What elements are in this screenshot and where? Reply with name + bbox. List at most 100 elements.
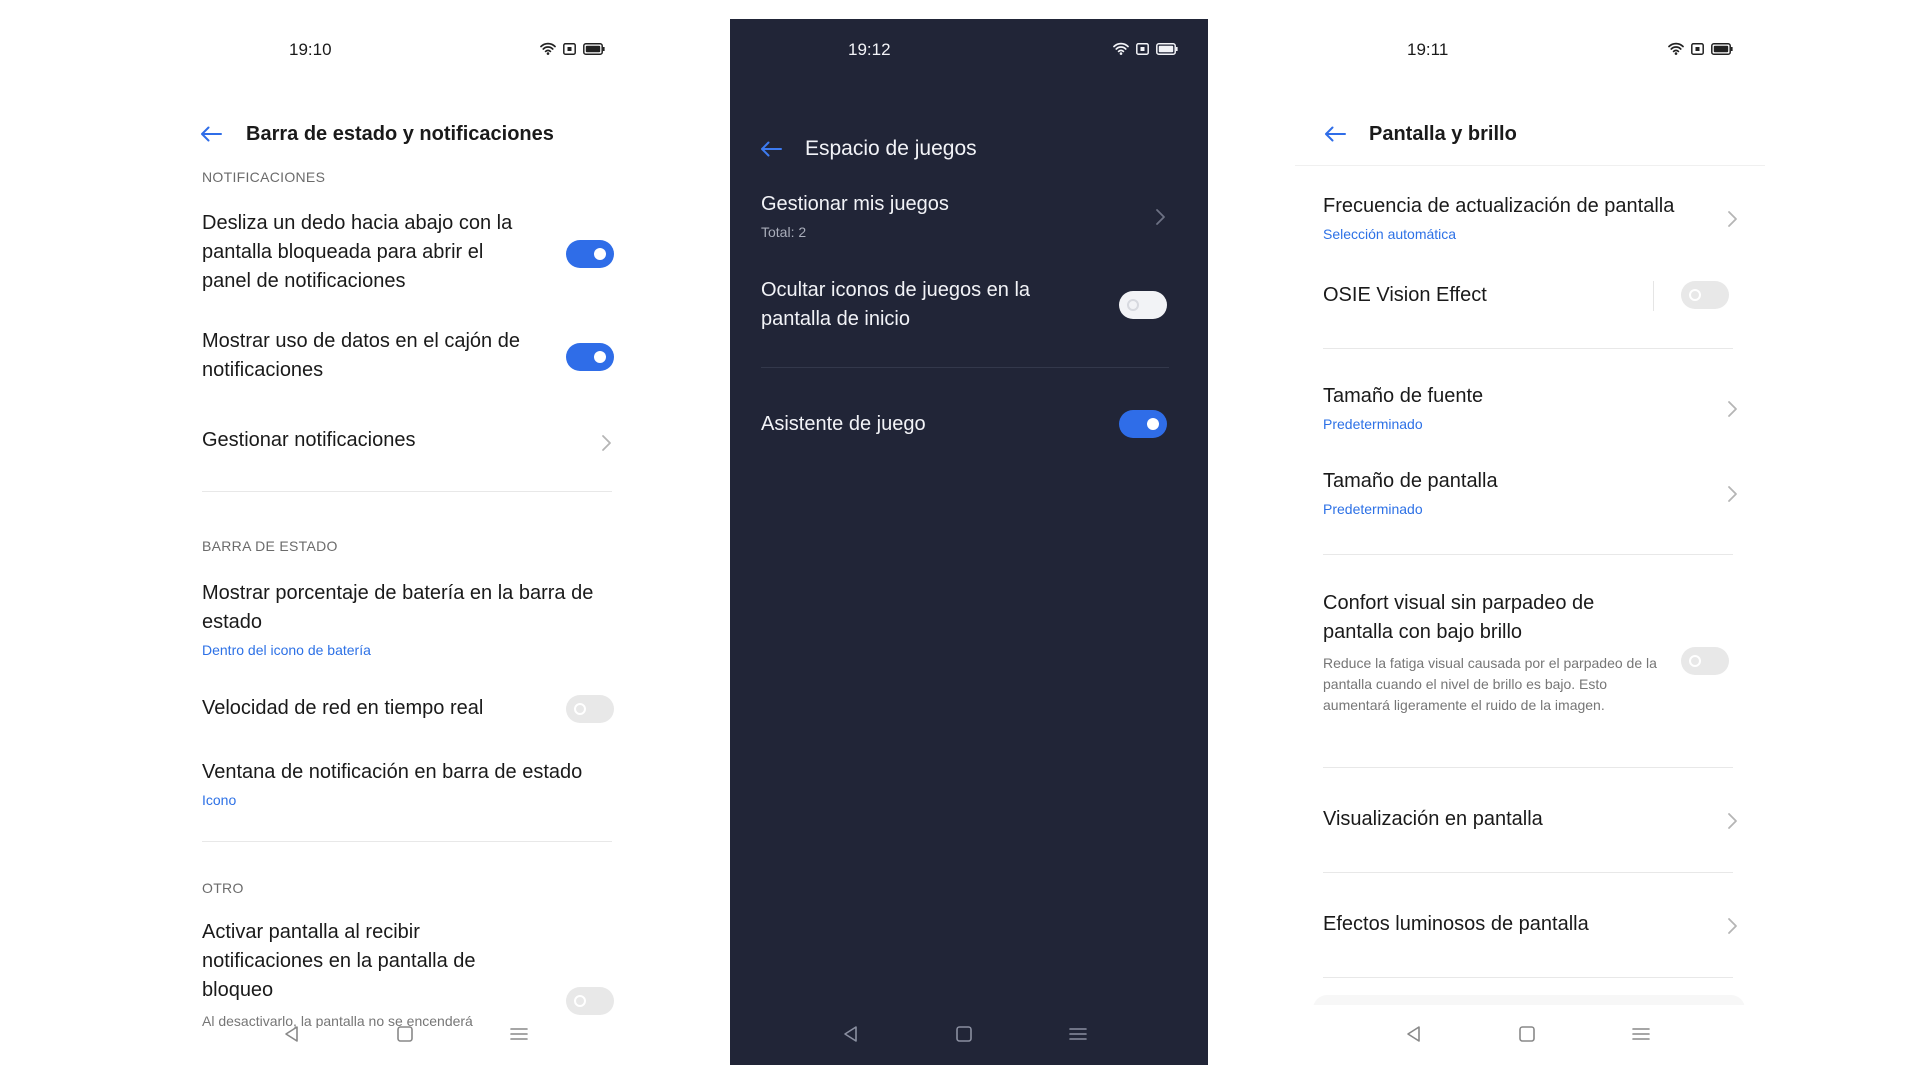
- status-bar: 19:12: [730, 38, 1208, 62]
- nfc-icon: [563, 42, 576, 55]
- setting-value: Total: 2: [761, 224, 807, 240]
- status-bar: 19:10: [177, 38, 655, 62]
- toggle-knob: [1689, 289, 1701, 301]
- nfc-icon: [1136, 42, 1149, 55]
- status-icons: [540, 42, 605, 55]
- setting-label: Visualización en pantalla: [1323, 808, 1543, 830]
- setting-data-usage[interactable]: Mostrar uso de datos en el cajón de noti…: [202, 327, 562, 385]
- page-header: Espacio de juegos: [730, 129, 1208, 169]
- nav-back-icon[interactable]: [1403, 1023, 1425, 1045]
- wifi-icon: [1113, 42, 1129, 55]
- nav-recents-icon[interactable]: [1630, 1023, 1652, 1045]
- setting-label: Gestionar mis juegos: [761, 193, 949, 215]
- status-time: 19:12: [848, 40, 891, 59]
- screen-display-brightness: 19:11 Pantalla y brillo Frecuencia de ac…: [1295, 19, 1773, 1065]
- status-time: 19:10: [289, 40, 332, 59]
- battery-icon: [583, 42, 605, 55]
- divider: [1323, 872, 1733, 873]
- divider: [1323, 554, 1733, 555]
- setting-hide-game-icons[interactable]: Ocultar iconos de juegos en la pantalla …: [761, 276, 1081, 334]
- setting-value: Predeterminado: [1323, 416, 1423, 432]
- navigation-bar: [730, 1005, 1208, 1065]
- toggle-knob: [1147, 418, 1159, 430]
- nav-recents-icon[interactable]: [1067, 1023, 1089, 1045]
- setting-network-speed[interactable]: Velocidad de red en tiempo real: [202, 694, 562, 723]
- wifi-icon: [1668, 42, 1684, 55]
- back-arrow-icon[interactable]: [197, 120, 225, 148]
- setting-screen-size[interactable]: Tamaño de pantalla Predeterminado: [1323, 467, 1703, 517]
- chevron-right-icon: [1726, 916, 1740, 936]
- chevron-right-icon: [1726, 399, 1740, 419]
- back-arrow-icon[interactable]: [757, 135, 785, 163]
- section-notificaciones: NOTIFICACIONES: [202, 169, 326, 185]
- toggle-knob: [1127, 299, 1139, 311]
- nav-home-icon[interactable]: [953, 1023, 975, 1045]
- setting-font-size[interactable]: Tamaño de fuente Predeterminado: [1323, 382, 1703, 432]
- nfc-icon: [1691, 42, 1704, 55]
- toggle-network-speed[interactable]: [566, 695, 614, 723]
- setting-label: Ocultar iconos de juegos en la pantalla …: [761, 279, 1031, 330]
- setting-value: Icono: [202, 792, 237, 808]
- setting-label: Desliza un dedo hacia abajo con la panta…: [202, 212, 513, 292]
- setting-label: Mostrar porcentaje de batería en la barr…: [202, 582, 594, 633]
- toggle-knob: [1689, 655, 1701, 667]
- setting-always-on-display[interactable]: Visualización en pantalla: [1323, 805, 1703, 834]
- setting-flicker-free-comfort[interactable]: Confort visual sin parpadeo de pantalla …: [1323, 589, 1668, 716]
- setting-label: Efectos luminosos de pantalla: [1323, 913, 1589, 935]
- setting-label: Mostrar uso de datos en el cajón de noti…: [202, 330, 520, 381]
- setting-label: Ventana de notificación en barra de esta…: [202, 761, 583, 783]
- toggle-knob: [574, 703, 586, 715]
- page-title: Barra de estado y notificaciones: [246, 122, 554, 145]
- navigation-bar: [1295, 1005, 1773, 1065]
- setting-refresh-rate[interactable]: Frecuencia de actualización de pantalla …: [1323, 192, 1733, 242]
- chevron-right-icon: [1726, 811, 1740, 831]
- nav-back-icon[interactable]: [281, 1023, 303, 1045]
- setting-light-effects[interactable]: Efectos luminosos de pantalla: [1323, 910, 1703, 939]
- setting-game-assistant[interactable]: Asistente de juego: [761, 410, 1101, 439]
- page-header: Pantalla y brillo: [1295, 114, 1773, 154]
- page-title: Espacio de juegos: [805, 137, 977, 160]
- divider: [761, 367, 1169, 368]
- setting-battery-percentage[interactable]: Mostrar porcentaje de batería en la barr…: [202, 579, 617, 658]
- nav-back-icon[interactable]: [840, 1023, 862, 1045]
- toggle-hide-game-icons[interactable]: [1119, 291, 1167, 319]
- setting-label: Activar pantalla al recibir notificacion…: [202, 921, 476, 1001]
- setting-manage-games[interactable]: Gestionar mis juegos Total: 2: [761, 190, 1141, 240]
- chevron-right-icon: [600, 433, 614, 453]
- wifi-icon: [540, 42, 556, 55]
- navigation-bar: [177, 1005, 655, 1065]
- screen-notifications-settings: 19:10 Barra de estado y notificaciones N…: [177, 19, 655, 1065]
- divider: [1323, 767, 1733, 768]
- toggle-osie-vision[interactable]: [1681, 281, 1729, 309]
- setting-swipe-lockscreen[interactable]: Desliza un dedo hacia abajo con la panta…: [202, 209, 537, 296]
- status-icons: [1113, 42, 1178, 55]
- section-otro: OTRO: [202, 880, 244, 896]
- setting-label: Velocidad de red en tiempo real: [202, 697, 484, 719]
- setting-manage-notifications[interactable]: Gestionar notificaciones: [202, 426, 582, 455]
- divider: [202, 491, 612, 492]
- setting-osie-vision[interactable]: OSIE Vision Effect: [1323, 281, 1643, 310]
- status-time: 19:11: [1407, 40, 1449, 59]
- setting-label: Tamaño de fuente: [1323, 385, 1484, 407]
- back-arrow-icon[interactable]: [1321, 120, 1349, 148]
- nav-home-icon[interactable]: [1516, 1023, 1538, 1045]
- chevron-right-icon: [1726, 484, 1740, 504]
- status-bar: 19:11: [1295, 38, 1773, 62]
- divider: [1323, 348, 1733, 349]
- separator: [1653, 281, 1654, 311]
- toggle-flicker-free-comfort[interactable]: [1681, 647, 1729, 675]
- nav-recents-icon[interactable]: [508, 1023, 530, 1045]
- nav-home-icon[interactable]: [394, 1023, 416, 1045]
- setting-value: Dentro del icono de batería: [202, 642, 371, 658]
- battery-icon: [1156, 42, 1178, 55]
- toggle-game-assistant[interactable]: [1119, 410, 1167, 438]
- header-divider: [1295, 165, 1765, 166]
- section-barra-estado: BARRA DE ESTADO: [202, 538, 338, 554]
- toggle-swipe-lockscreen[interactable]: [566, 240, 614, 268]
- divider: [202, 841, 612, 842]
- chevron-right-icon: [1154, 207, 1168, 227]
- toggle-knob: [594, 248, 606, 260]
- setting-label: Tamaño de pantalla: [1323, 470, 1498, 492]
- setting-notification-window[interactable]: Ventana de notificación en barra de esta…: [202, 758, 622, 808]
- toggle-data-usage[interactable]: [566, 343, 614, 371]
